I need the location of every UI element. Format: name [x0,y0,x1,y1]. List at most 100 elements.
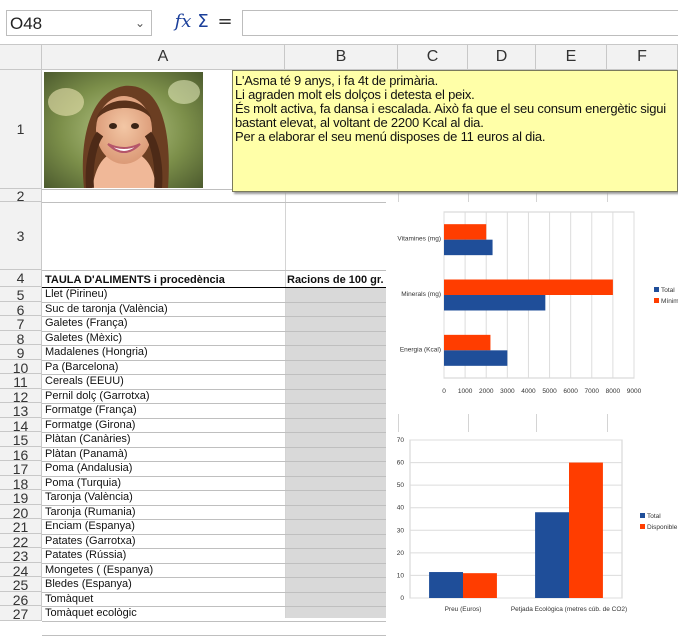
row-header-18[interactable]: 18 [0,475,42,492]
y-tick-label: 50 [397,482,405,489]
chevron-down-icon[interactable]: ⌄ [131,14,149,32]
food-item[interactable]: Taronja (Rumania) [45,506,135,519]
bar-minim [444,279,613,295]
row-header-11[interactable]: 11 [0,374,42,390]
row-header-1[interactable]: 1 [0,70,42,189]
row-header-17[interactable]: 17 [0,461,42,477]
food-item[interactable]: Galetes (França) [45,317,128,330]
y-tick-label: 60 [397,460,405,467]
row-header-5[interactable]: 5 [0,287,42,303]
row-header-4[interactable]: 4 [0,270,42,287]
row-header-20[interactable]: 20 [0,504,42,521]
food-item[interactable]: Mongetes ( (Espanya) [45,564,153,577]
category-label: Minerals (mg) [401,291,441,298]
formula-input[interactable] [242,10,678,36]
name-box[interactable]: O48 ⌄ [6,10,152,36]
row-header-16[interactable]: 16 [0,446,42,463]
food-item[interactable]: Galetes (Mèxic) [45,332,122,345]
column-header-e[interactable]: E [536,44,607,70]
x-tick-label: 5000 [542,388,557,395]
bar-disponible [569,462,603,598]
column-header-f[interactable]: F [607,44,678,70]
column-header-b[interactable]: B [285,44,398,70]
legend-swatch-total [640,513,645,518]
food-item[interactable]: Formatge (Girona) [45,419,135,432]
row-header-22[interactable]: 22 [0,533,42,550]
food-item[interactable]: Llet (Pirineu) [45,288,107,301]
food-item[interactable]: Formatge (França) [45,404,137,417]
food-item[interactable]: Pa (Barcelona) [45,361,118,374]
select-all-corner[interactable] [0,44,42,70]
note-line: Li agraden molt els dolços i detesta el … [235,87,475,102]
food-item[interactable]: Cereals (EEUU) [45,375,124,388]
y-tick-label: 40 [397,505,405,512]
cell-reference[interactable]: O48 [10,14,42,34]
food-item[interactable]: Tomàquet ecològic [45,607,137,620]
row-gridline [42,620,386,622]
bar-minim [444,224,487,240]
row-header-3[interactable]: 3 [0,202,42,270]
row-header-25[interactable]: 25 [0,577,42,593]
row-header-10[interactable]: 10 [0,359,42,376]
y-tick-label: 10 [397,572,405,579]
row-header-15[interactable]: 15 [0,432,42,448]
row-header-27[interactable]: 27 [0,606,42,622]
girl-photo [44,72,203,188]
food-item[interactable]: Taronja (València) [45,491,133,504]
cost-footprint-chart[interactable]: 0 10 20 30 40 50 60 70 Preu (Euros) Petjada Ecolò… [388,432,678,618]
food-item[interactable]: Suc de taronja (València) [45,303,168,316]
row-header-12[interactable]: 12 [0,388,42,405]
row-gridline [42,270,386,271]
food-item[interactable]: Plàtan (Canàries) [45,433,131,446]
row-header-14[interactable]: 14 [0,417,42,434]
row-header-26[interactable]: 26 [0,591,42,608]
bar-minim [444,334,491,351]
food-item[interactable]: Poma (Turquia) [45,477,121,490]
row-header-21[interactable]: 21 [0,519,42,535]
y-tick-label: 0 [400,595,404,602]
bar-disponible [463,573,497,598]
y-tick-label: 70 [397,437,405,444]
bar-total [444,295,546,311]
legend-swatch-total [654,287,659,292]
row-header-9[interactable]: 9 [0,345,42,361]
bar-total [429,572,463,598]
food-item[interactable]: Patates (Garrotxa) [45,535,135,548]
table-header-portions[interactable]: Racions de 100 gr. [287,274,384,287]
food-item[interactable]: Poma (Andalusia) [45,462,132,475]
row-header-23[interactable]: 23 [0,548,42,564]
x-tick-label: 7000 [585,388,600,395]
food-item[interactable]: Enciam (Espanya) [45,520,135,533]
category-label: Preu (Euros) [445,606,482,613]
row-header-2[interactable]: 2 [0,189,42,203]
x-tick-label: 9000 [627,388,642,395]
food-item[interactable]: Pernil dolç (Garrotxa) [45,390,150,403]
table-header-foods[interactable]: TAULA D'ALIMENTS i procedència [45,274,225,287]
nutrients-chart[interactable]: 0 1000 2000 3000 4000 5000 6000 7000 8000 9000 Ene… [388,202,678,414]
food-item[interactable]: Madalenes (Hongria) [45,346,148,359]
row-header-8[interactable]: 8 [0,330,42,347]
category-label: Petjada Ecològica (metres cúb. de CO2) [511,606,627,613]
row-header-19[interactable]: 19 [0,490,42,506]
sum-icon[interactable]: Σ [192,9,214,35]
food-item[interactable]: Tomàquet [45,593,93,606]
food-item[interactable]: Patates (Rússia) [45,549,126,562]
portions-input-area[interactable] [285,287,386,618]
equals-icon[interactable]: = [214,9,236,35]
food-item[interactable]: Bledes (Espanya) [45,578,132,591]
x-tick-label: 1000 [458,388,473,395]
x-tick-label: 8000 [606,388,621,395]
row-header-7[interactable]: 7 [0,316,42,332]
column-header-a[interactable]: A [42,44,285,70]
row-header-6[interactable]: 6 [0,301,42,318]
food-item[interactable]: Plàtan (Panamà) [45,448,128,461]
row-gridline [42,202,386,203]
row-header-24[interactable]: 24 [0,562,42,579]
category-label: Energia (Kcal) [400,346,441,353]
column-header-c[interactable]: C [398,44,468,70]
y-tick-label: 20 [397,550,405,557]
row-header-13[interactable]: 13 [0,403,42,419]
legend-label: Total [661,287,675,294]
function-wizard-icon[interactable]: fx [172,9,194,35]
column-header-d[interactable]: D [468,44,536,70]
